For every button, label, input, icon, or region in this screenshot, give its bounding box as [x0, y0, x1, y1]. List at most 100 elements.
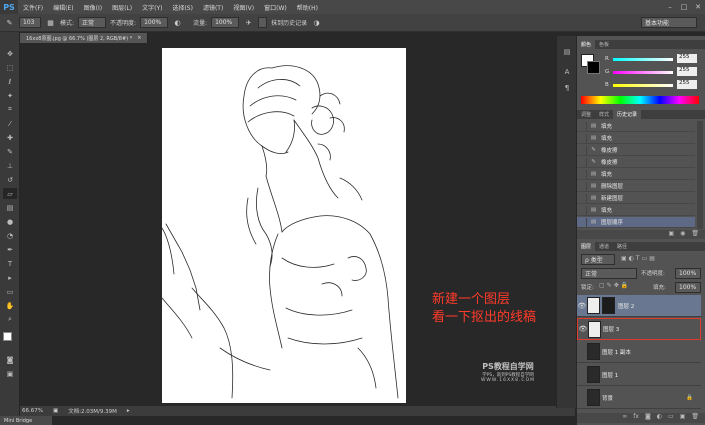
adjustment-icon[interactable]: ◐ — [657, 413, 662, 423]
close-icon[interactable]: ✕ — [691, 0, 705, 14]
pressure-size-icon[interactable]: ◑ — [311, 17, 322, 28]
fill-input[interactable]: 100% — [675, 282, 701, 293]
visibility-eye-icon[interactable] — [577, 387, 587, 409]
maximize-icon[interactable]: □ — [677, 0, 691, 14]
history-item[interactable]: ▤ 填充 — [577, 121, 695, 132]
history-checkbox[interactable] — [258, 17, 268, 28]
flow-input[interactable]: 100% — [211, 17, 240, 28]
fx-icon[interactable]: fx — [633, 413, 639, 423]
history-checkbox[interactable] — [577, 169, 587, 179]
character-panel-icon[interactable]: A — [560, 66, 574, 77]
move-tool-icon[interactable]: ✥ — [3, 48, 17, 59]
b-slider[interactable] — [613, 84, 673, 87]
history-checkbox[interactable] — [577, 181, 587, 191]
status-arrow-icon[interactable]: ▸ — [127, 408, 130, 414]
opacity-input[interactable]: 100% — [140, 17, 169, 28]
camera-icon[interactable]: ◉ — [680, 230, 685, 239]
lock-icons[interactable]: ▢✎✥🔒 — [599, 282, 630, 289]
status-menu-icon[interactable]: ▣ — [53, 408, 58, 414]
layer-row[interactable]: 👁 图层 3 — [577, 318, 701, 340]
tab-swatches[interactable]: 色板 — [595, 40, 613, 49]
menu-select[interactable]: 选择(S) — [167, 3, 198, 12]
brush-size-picker[interactable]: 103 — [19, 17, 41, 28]
document-canvas[interactable] — [161, 48, 406, 403]
menu-type[interactable]: 文字(Y) — [137, 3, 167, 12]
layer-row[interactable]: 图层 1 副本 — [577, 341, 701, 363]
history-checkbox[interactable] — [577, 157, 587, 167]
quick-mask-icon[interactable]: ◙ — [3, 354, 17, 365]
quick-select-tool-icon[interactable]: ✦ — [3, 90, 17, 101]
eraser-tool-icon[interactable]: ✎ — [4, 17, 15, 28]
mask-icon[interactable]: ◙ — [645, 413, 651, 423]
minimize-icon[interactable]: – — [663, 0, 677, 14]
marquee-tool-icon[interactable]: ⬚ — [3, 62, 17, 73]
tab-channels[interactable]: 通道 — [595, 242, 613, 251]
color-spectrum[interactable] — [581, 96, 699, 104]
history-item[interactable]: ✎ 橡皮擦 — [577, 157, 695, 168]
foreground-color-swatch[interactable] — [3, 332, 12, 341]
layer-filter-select[interactable]: ρ 类型 — [581, 254, 615, 265]
menu-filter[interactable]: 滤镜(T) — [198, 3, 228, 12]
menu-view[interactable]: 视图(V) — [228, 3, 259, 12]
tab-paths[interactable]: 路径 — [613, 242, 631, 251]
tab-history[interactable]: 历史记录 — [613, 110, 642, 119]
layer-row[interactable]: 图层 1 — [577, 364, 701, 386]
pen-tool-icon[interactable]: ✒ — [3, 244, 17, 255]
visibility-eye-icon[interactable] — [577, 341, 587, 363]
layer-row[interactable]: 👁 图层 2 — [577, 295, 701, 317]
menu-edit[interactable]: 编辑(E) — [48, 3, 78, 12]
mini-bridge-tab[interactable]: Mini Bridge — [0, 416, 52, 425]
layer-row[interactable]: 背景 🔒 — [577, 387, 701, 409]
history-checkbox[interactable] — [577, 193, 587, 203]
menu-window[interactable]: 窗口(W) — [259, 3, 292, 12]
history-item[interactable]: ✎ 橡皮擦 — [577, 145, 695, 156]
visibility-eye-icon[interactable] — [577, 364, 587, 386]
history-checkbox[interactable] — [577, 205, 587, 215]
type-tool-icon[interactable]: T — [3, 258, 17, 269]
crop-tool-icon[interactable]: ⌗ — [3, 104, 17, 115]
airbrush-icon[interactable]: ✈ — [243, 17, 254, 28]
filter-icons[interactable]: ▣◐T▭▤ — [621, 255, 657, 262]
history-item[interactable]: ▤ 填充 — [577, 169, 695, 180]
pressure-opacity-icon[interactable]: ◐ — [172, 17, 183, 28]
tab-layers[interactable]: 图层 — [577, 242, 596, 251]
group-icon[interactable]: ▭ — [668, 413, 674, 423]
screen-mode-icon[interactable]: ▣ — [3, 368, 17, 379]
history-item[interactable]: ▤ 填充 — [577, 133, 695, 144]
tab-color[interactable]: 颜色 — [577, 40, 596, 49]
history-brush-tool-icon[interactable]: ↺ — [3, 174, 17, 185]
document-tab[interactable]: 16xx8原图.jpg @ 66.7% (图层 2, RGB/8#) * × — [20, 33, 149, 43]
link-icon[interactable]: ∞ — [622, 413, 627, 423]
trash-icon[interactable]: 🗑 — [691, 413, 699, 423]
eraser-tool-icon[interactable]: ▱ — [3, 188, 17, 199]
history-checkbox[interactable] — [577, 217, 587, 227]
new-layer-icon[interactable]: ▣ — [680, 413, 686, 423]
menu-layer[interactable]: 图层(L) — [107, 3, 137, 12]
history-scrollbar[interactable] — [697, 121, 703, 229]
stamp-tool-icon[interactable]: ⊥ — [3, 160, 17, 171]
menu-help[interactable]: 帮助(H) — [292, 3, 323, 12]
tab-styles[interactable]: 样式 — [595, 110, 613, 119]
visibility-eye-icon[interactable]: 👁 — [578, 318, 588, 340]
layer-opacity-input[interactable]: 100% — [675, 268, 701, 279]
mode-select[interactable]: 正常 — [78, 17, 107, 28]
document-tab-close-icon[interactable]: × — [137, 35, 141, 41]
history-item[interactable]: ▤ 填充 — [577, 205, 695, 216]
gradient-tool-icon[interactable]: ▤ — [3, 202, 17, 213]
g-value[interactable]: 255 — [677, 67, 697, 76]
lasso-tool-icon[interactable]: ℓ — [3, 76, 17, 87]
eyedropper-tool-icon[interactable]: ⁄ — [3, 118, 17, 129]
b-value[interactable]: 255 — [677, 80, 697, 89]
zoom-tool-icon[interactable]: ⌕ — [3, 314, 17, 325]
path-select-tool-icon[interactable]: ▸ — [3, 272, 17, 283]
paragraph-panel-icon[interactable]: ¶ — [560, 82, 574, 93]
zoom-level[interactable]: 66.67% — [22, 408, 43, 414]
brush-panel-icon[interactable]: ▦ — [45, 17, 56, 28]
blur-tool-icon[interactable]: ● — [3, 216, 17, 227]
tab-adjustments[interactable]: 调整 — [577, 110, 595, 119]
history-panel-icon[interactable]: ▤ — [560, 46, 574, 57]
history-checkbox[interactable] — [577, 133, 587, 143]
history-item-selected[interactable]: ▤ 图层顺序 — [577, 217, 695, 228]
dodge-tool-icon[interactable]: ◔ — [3, 230, 17, 241]
history-checkbox[interactable] — [577, 145, 587, 155]
